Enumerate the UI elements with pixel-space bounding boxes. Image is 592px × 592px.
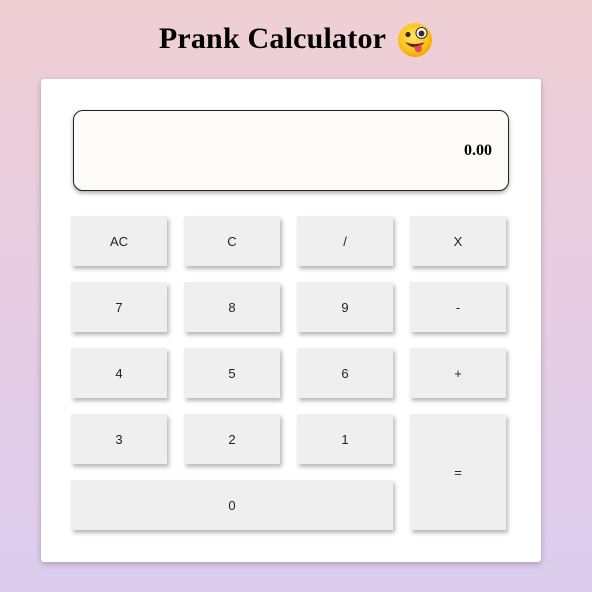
digit-2-button[interactable]: 2 [184, 414, 280, 464]
digit-3-button[interactable]: 3 [71, 414, 167, 464]
calculator-display: 0.00 [73, 110, 509, 191]
all-clear-button[interactable]: AC [71, 216, 167, 266]
divide-button[interactable]: / [297, 216, 393, 266]
zany-face-emoji-icon [397, 22, 433, 58]
digit-6-button[interactable]: 6 [297, 348, 393, 398]
digit-5-button[interactable]: 5 [184, 348, 280, 398]
multiply-button[interactable]: X [410, 216, 506, 266]
digit-0-button[interactable]: 0 [71, 480, 393, 530]
digit-4-button[interactable]: 4 [71, 348, 167, 398]
equals-button[interactable]: = [410, 414, 506, 530]
digit-9-button[interactable]: 9 [297, 282, 393, 332]
digit-1-button[interactable]: 1 [297, 414, 393, 464]
display-value: 0.00 [464, 141, 492, 159]
plus-button[interactable]: + [410, 348, 506, 398]
clear-button[interactable]: C [184, 216, 280, 266]
header: Prank Calculator [0, 18, 592, 60]
minus-button[interactable]: - [410, 282, 506, 332]
digit-8-button[interactable]: 8 [184, 282, 280, 332]
digit-7-button[interactable]: 7 [71, 282, 167, 332]
calculator-panel: 0.00 AC C / X 7 8 9 - 4 5 6 + 3 2 1 = 0 [41, 79, 541, 562]
page-title: Prank Calculator [158, 22, 387, 55]
